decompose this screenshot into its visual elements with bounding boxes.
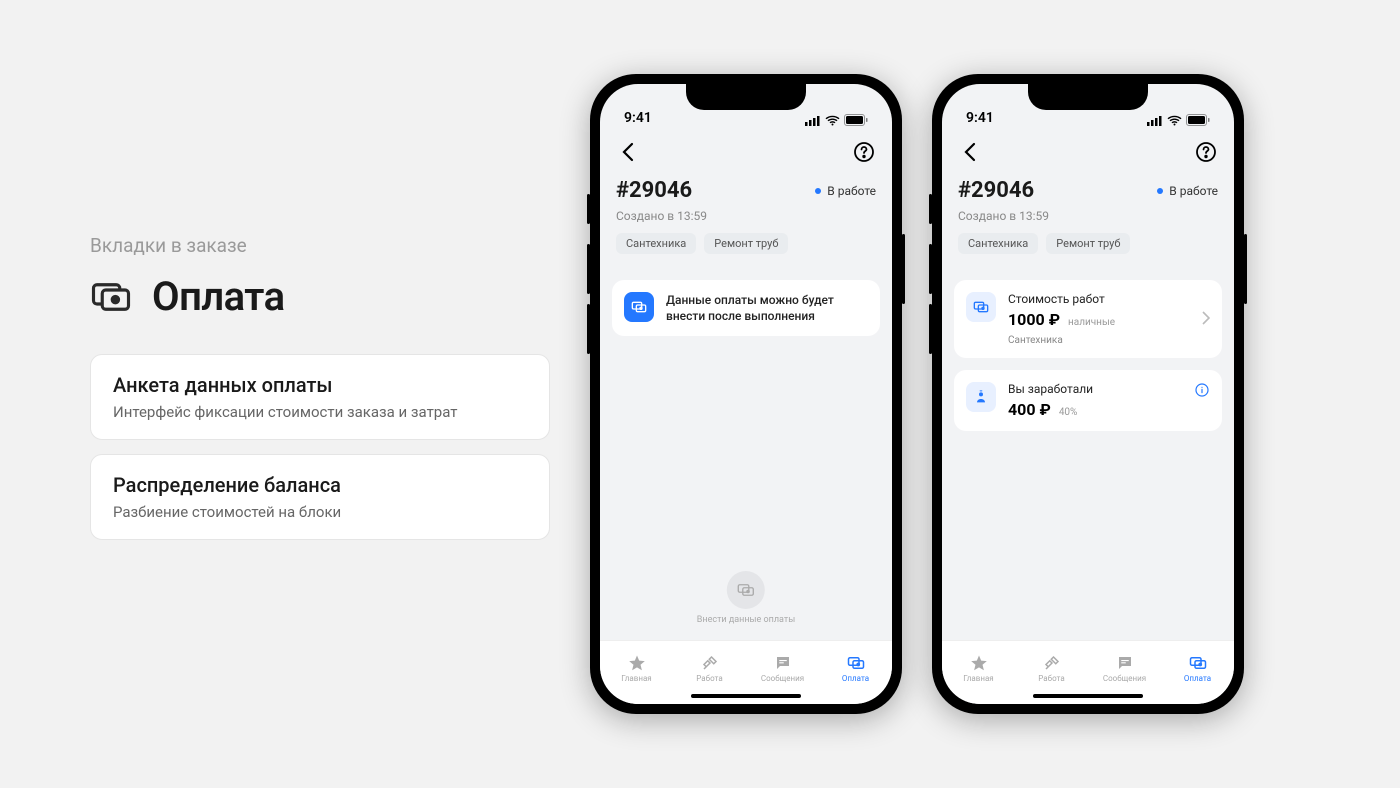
status-icons bbox=[1147, 114, 1210, 126]
card-desc: Разбиение стоимостей на блоки bbox=[113, 503, 527, 521]
payment-icon bbox=[1189, 654, 1207, 672]
tab-work[interactable]: Работа bbox=[673, 641, 746, 696]
cost-value: 1000 ₽ bbox=[1008, 310, 1060, 329]
phone-notch bbox=[686, 84, 806, 110]
info-text: Данные оплаты можно будет внести после в… bbox=[666, 292, 868, 324]
order-number: #29046 bbox=[958, 178, 1034, 203]
tools-icon bbox=[1043, 654, 1061, 672]
payment-icon bbox=[847, 654, 865, 672]
phone-frame-1: 9:41 #29046 В работе Создано в 13:59 С bbox=[590, 74, 902, 714]
nav-header bbox=[942, 130, 1234, 176]
help-button[interactable] bbox=[852, 140, 876, 168]
tab-work[interactable]: Работа bbox=[1015, 641, 1088, 696]
payment-icon bbox=[966, 292, 996, 322]
tag: Сантехника bbox=[958, 233, 1038, 254]
section-title-row: Оплата bbox=[90, 273, 550, 320]
order-status-badge: В работе bbox=[1157, 184, 1218, 198]
disabled-action-label: Внести данные оплаты bbox=[697, 615, 795, 626]
cellular-icon bbox=[805, 115, 821, 126]
feature-card-balance: Распределение баланса Разбиение стоимост… bbox=[90, 454, 550, 540]
chat-icon bbox=[1116, 654, 1134, 672]
tab-payment[interactable]: Оплата bbox=[1161, 641, 1234, 696]
payment-icon bbox=[90, 276, 132, 318]
payment-icon bbox=[624, 292, 654, 322]
help-button[interactable] bbox=[1194, 140, 1218, 168]
card-desc: Интерфейс фиксации стоимости заказа и за… bbox=[113, 403, 527, 421]
phone-notch bbox=[1028, 84, 1148, 110]
home-indicator[interactable] bbox=[1033, 694, 1143, 698]
section-title: Оплата bbox=[152, 273, 285, 320]
tab-home[interactable]: Главная bbox=[600, 641, 673, 696]
status-time: 9:41 bbox=[624, 110, 652, 126]
content-area: Данные оплаты можно будет внести после в… bbox=[600, 266, 892, 640]
card-title: Анкета данных оплаты bbox=[113, 373, 527, 397]
order-header: #29046 В работе Создано в 13:59 Сантехни… bbox=[942, 176, 1234, 266]
earned-card: Вы заработали 400 ₽ 40% bbox=[954, 370, 1222, 431]
status-time: 9:41 bbox=[966, 110, 994, 126]
battery-icon bbox=[844, 114, 868, 126]
wifi-icon bbox=[1167, 115, 1182, 126]
wifi-icon bbox=[825, 115, 840, 126]
order-number: #29046 bbox=[616, 178, 692, 203]
order-created: Создано в 13:59 bbox=[958, 209, 1218, 223]
feature-card-form: Анкета данных оплаты Интерфейс фиксации … bbox=[90, 354, 550, 440]
phone-mockups: 9:41 #29046 В работе Создано в 13:59 С bbox=[590, 74, 1244, 714]
earned-value: 400 ₽ bbox=[1008, 400, 1051, 419]
tools-icon bbox=[701, 654, 719, 672]
cellular-icon bbox=[1147, 115, 1163, 126]
submit-payment-button-disabled bbox=[727, 571, 765, 609]
cost-label: Стоимость работ bbox=[1008, 292, 1190, 306]
earned-percent: 40% bbox=[1059, 407, 1078, 418]
tab-messages[interactable]: Сообщения bbox=[1088, 641, 1161, 696]
disabled-submit-action: Внести данные оплаты bbox=[697, 571, 795, 626]
content-area: Стоимость работ 1000 ₽ наличные Сантехни… bbox=[942, 266, 1234, 640]
tag: Ремонт труб bbox=[1046, 233, 1130, 254]
back-button[interactable] bbox=[958, 140, 982, 168]
cost-card[interactable]: Стоимость работ 1000 ₽ наличные Сантехни… bbox=[954, 280, 1222, 358]
card-title: Распределение баланса bbox=[113, 473, 527, 497]
earned-label: Вы заработали bbox=[1008, 382, 1182, 396]
tab-home[interactable]: Главная bbox=[942, 641, 1015, 696]
nav-header bbox=[600, 130, 892, 176]
tab-payment[interactable]: Оплата bbox=[819, 641, 892, 696]
tag: Ремонт труб bbox=[704, 233, 788, 254]
order-status-badge: В работе bbox=[815, 184, 876, 198]
phone-frame-2: 9:41 #29046 В работе Создано в 13:59 С bbox=[932, 74, 1244, 714]
star-icon bbox=[628, 654, 646, 672]
status-icons bbox=[805, 114, 868, 126]
person-icon bbox=[966, 382, 996, 412]
order-tags: Сантехника Ремонт труб bbox=[616, 233, 876, 254]
info-icon[interactable] bbox=[1194, 382, 1210, 398]
home-indicator[interactable] bbox=[691, 694, 801, 698]
chat-icon bbox=[774, 654, 792, 672]
description-panel: Вкладки в заказе Оплата Анкета данных оп… bbox=[90, 234, 550, 554]
cost-method: наличные bbox=[1068, 317, 1115, 328]
order-header: #29046 В работе Создано в 13:59 Сантехни… bbox=[600, 176, 892, 266]
star-icon bbox=[970, 654, 988, 672]
back-button[interactable] bbox=[616, 140, 640, 168]
tab-messages[interactable]: Сообщения bbox=[746, 641, 819, 696]
chevron-right-icon bbox=[1202, 310, 1210, 329]
order-tags: Сантехника Ремонт труб bbox=[958, 233, 1218, 254]
battery-icon bbox=[1186, 114, 1210, 126]
tag: Сантехника bbox=[616, 233, 696, 254]
cost-category: Сантехника bbox=[1008, 335, 1190, 346]
info-card-payment-locked: Данные оплаты можно будет внести после в… bbox=[612, 280, 880, 336]
section-subtitle: Вкладки в заказе bbox=[90, 234, 550, 257]
order-created: Создано в 13:59 bbox=[616, 209, 876, 223]
